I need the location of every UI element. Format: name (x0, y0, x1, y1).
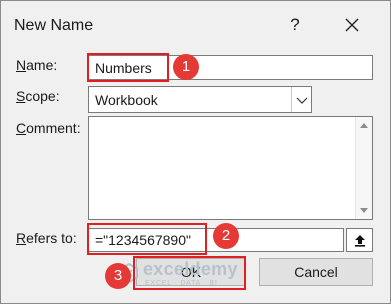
scope-select-value: Workbook (95, 91, 158, 108)
refers-to-label: Refers to: (16, 230, 77, 246)
dialog-title: New Name (14, 17, 94, 34)
highlight-box-ok (133, 256, 246, 290)
scope-label: Scope: (16, 88, 60, 104)
close-button[interactable] (338, 11, 366, 39)
highlight-box-name (87, 53, 169, 82)
step-badge-2: 2 (213, 223, 239, 249)
close-icon (345, 18, 359, 32)
comment-scrollbar[interactable] (355, 117, 372, 219)
highlight-box-refers-to (87, 223, 207, 255)
step-badge-3: 3 (105, 263, 131, 289)
scroll-up-icon[interactable] (360, 123, 368, 128)
chevron-down-icon (296, 97, 308, 104)
name-label: Name: (16, 57, 58, 73)
help-button[interactable]: ? (281, 11, 309, 39)
cancel-button[interactable]: Cancel (259, 258, 373, 286)
collapse-dialog-button[interactable] (346, 228, 373, 252)
scope-select[interactable]: Workbook (88, 86, 312, 113)
comment-label: Comment: (16, 120, 81, 136)
step-badge-1: 1 (173, 54, 199, 80)
scroll-down-icon[interactable] (360, 208, 368, 213)
scope-dropdown-button[interactable] (291, 87, 311, 112)
comment-textarea[interactable] (88, 116, 373, 220)
new-name-dialog: New Name ? Name: Numbers Scope: Workbook… (0, 0, 391, 304)
upload-arrow-icon (355, 235, 365, 247)
